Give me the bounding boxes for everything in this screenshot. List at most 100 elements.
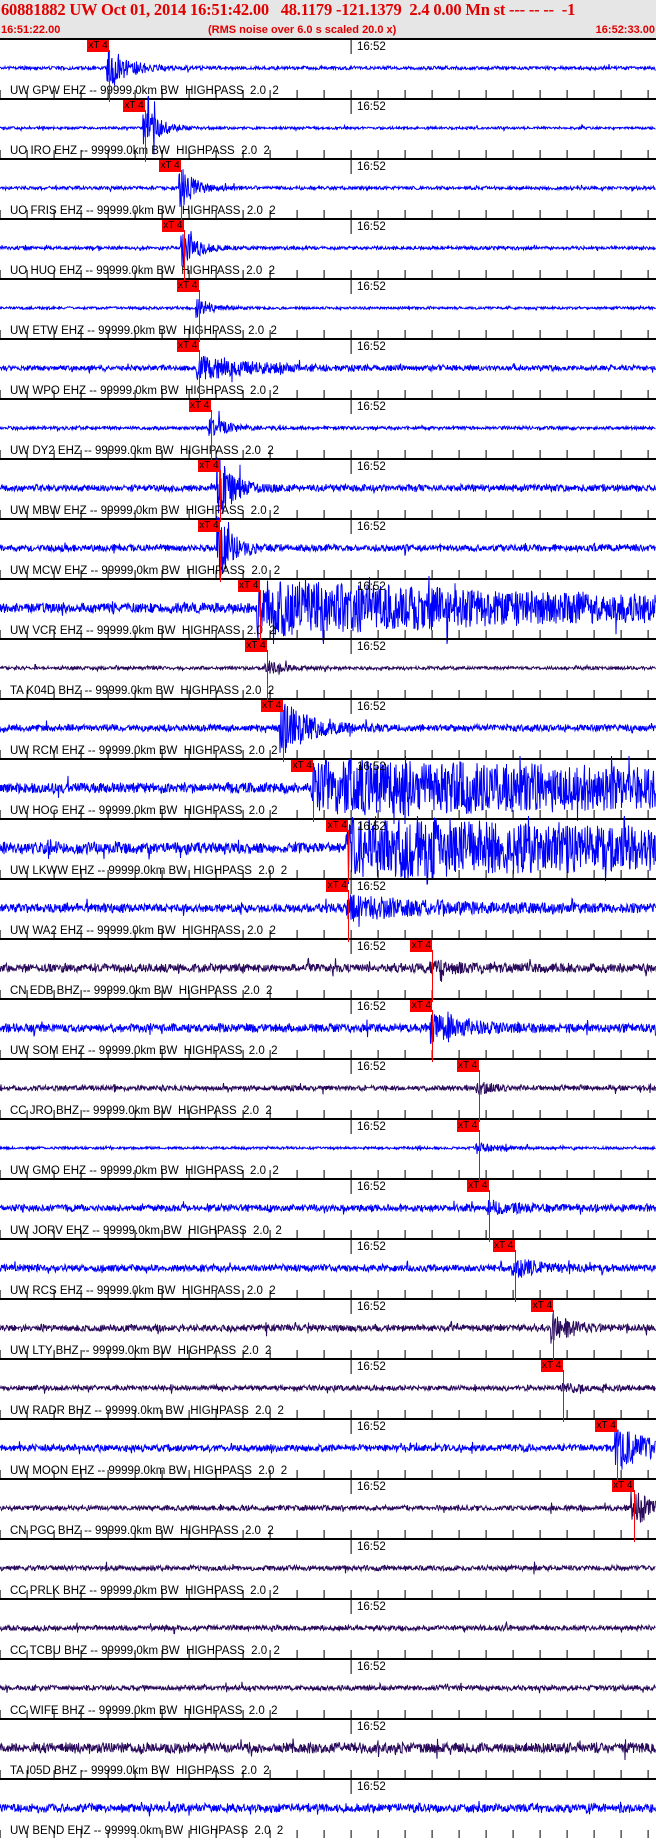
pick-tag[interactable]: xT 4 [456,1120,479,1132]
trace-row: 16:52 UW MOON EHZ -- 99999.0km BW HIGHPAS… [0,1418,656,1482]
pick-tag[interactable]: xT 4 [176,280,199,292]
station-label: CC TCBU BHZ -- 99999.0km BW HIGHPASS 2.0… [10,1645,280,1657]
trace-row: 16:52 UW MCW EHZ -- 99999.0km BW HIGHPASS… [0,516,656,582]
pick-tag[interactable]: xT 4 [410,1000,433,1012]
minute-label: 16:52 [357,1421,386,1433]
pick-tag[interactable]: xT 4 [188,400,211,412]
station-label: TA I05D BHZ -- 99999.0km BW HIGHPASS 2.0… [10,1765,270,1777]
pick-line[interactable] [633,1490,635,1542]
end-time: 16:52:33.00 [595,24,655,36]
minute-label: 16:52 [357,941,386,953]
pick-tag[interactable]: xT 4 [123,100,146,112]
trace-row: 16:52 TA I05D BHZ -- 99999.0km BW HIGHPAS… [0,1718,656,1778]
pick-tag[interactable]: xT 4 [456,1060,479,1072]
pick-line[interactable] [181,170,183,222]
pick-tag[interactable]: xT 4 [237,580,260,592]
scaling-note: (RMS noise over 6.0 s scaled 20.0 x) [208,24,397,36]
pick-tag[interactable]: xT 4 [466,1180,489,1192]
pick-tag[interactable]: xT 4 [595,1420,618,1432]
pick-line[interactable] [267,650,269,702]
pick-line[interactable] [313,770,315,822]
pick-line[interactable] [553,1310,555,1362]
station-label: UO HUO EHZ -- 99999.0km BW HIGHPASS 2.0 … [10,265,275,277]
pick-tag[interactable]: xT 4 [87,40,110,52]
pick-tag[interactable]: xT 4 [161,220,184,232]
pick-line[interactable] [432,950,434,1002]
pick-line[interactable] [145,110,147,162]
minute-label: 16:52 [357,1781,386,1793]
pick-line[interactable] [488,1190,490,1242]
minute-label: 16:52 [357,281,386,293]
pick-tag[interactable]: xT 4 [410,940,433,952]
waveform [0,1082,656,1095]
pick-line[interactable] [348,890,350,942]
pick-line[interactable] [478,1130,480,1182]
trace-row: 16:52 UW RADR BHZ -- 99999.0km BW HIGHPAS… [0,1358,656,1422]
minute-label: 16:52 [357,161,386,173]
trace-row: 16:52 CN EDB BHZ -- 99999.0km BW HIGHPASS… [0,938,656,1002]
pick-tag[interactable]: xT 4 [531,1300,554,1312]
pick-line[interactable] [348,830,350,882]
pick-line[interactable] [282,710,284,762]
trace-row: 16:52 UW BEND EHZ -- 99999.0km BW HIGHPAS… [0,1778,656,1838]
pick-line[interactable] [617,1430,619,1482]
pick-tag[interactable]: xT 4 [492,1240,515,1252]
trace-row: 16:52 UW GMO EHZ -- 99999.0km BW HIGHPASS… [0,1118,656,1182]
trace-row: 16:52 UW HOG EHZ -- 99999.0km BW HIGHPASS… [0,755,656,825]
trace-row: 16:52 UW GPW EHZ -- 99999.0km BW HIGHPASS… [0,38,656,102]
trace-row: 16:52 UO IRO EHZ -- 99999.0km BW HIGHPASS… [0,95,656,162]
pick-tag[interactable]: xT 4 [611,1480,634,1492]
pick-line[interactable] [514,1250,516,1302]
pick-tag[interactable]: xT 4 [260,700,283,712]
station-label: CC JRO BHZ -- 99999.0km BW HIGHPASS 2.0 … [10,1105,272,1117]
station-label: CN PGC BHZ -- 99999.0km BW HIGHPASS 2.0 … [10,1525,274,1537]
waveform [0,1426,656,1470]
trace-row: 16:52 UW JORV EHZ -- 99999.0km BW HIGHPAS… [0,1178,656,1242]
pick-line[interactable] [562,1370,564,1422]
pick-tag[interactable]: xT 4 [159,160,182,172]
trace-row: 16:52 UW RCM EHZ -- 99999.0km BW HIGHPASS… [0,698,656,762]
station-label: UW RADR BHZ -- 99999.0km BW HIGHPASS 2.0… [10,1405,284,1417]
waveform [0,1681,656,1694]
minute-label: 16:52 [357,881,386,893]
waveform [0,1142,656,1154]
pick-line[interactable] [259,590,261,642]
station-label: UW VCR EHZ -- 99999.0km BW HIGHPASS 2.0 … [10,625,276,637]
pick-tag[interactable]: xT 4 [197,520,220,532]
trace-row: 16:52 UW MBW EHZ -- 99999.0km BW HIGHPASS… [0,457,656,522]
station-label: UW JORV EHZ -- 99999.0km BW HIGHPASS 2.0… [10,1225,282,1237]
event-title: 60881882 UW Oct 01, 2014 16:51:42.00 48.… [1,0,576,19]
station-label: UW MCW EHZ -- 99999.0km BW HIGHPASS 2.0 … [10,565,281,577]
station-label: CN EDB BHZ -- 99999.0km BW HIGHPASS 2.0 … [10,985,273,997]
station-label: UW BEND EHZ -- 99999.0km BW HIGHPASS 2.0… [10,1825,284,1837]
minute-label: 16:52 [357,461,386,473]
minute-label: 16:52 [357,581,386,593]
station-label: UW MBW EHZ -- 99999.0km BW HIGHPASS 2.0 … [10,505,280,517]
pick-line[interactable] [478,1070,480,1122]
pick-tag[interactable]: xT 4 [291,760,314,772]
station-label: UW RCS EHZ -- 99999.0km BW HIGHPASS 2.0 … [10,1285,276,1297]
trace-row: 16:52 UW DY2 EHZ -- 99999.0km BW HIGHPASS… [0,398,656,462]
pick-line[interactable] [219,470,221,522]
minute-label: 16:52 [357,1481,386,1493]
waveform [0,298,656,318]
trace-row: 16:52 UW WPO EHZ -- 99999.0km BW HIGHPASS… [0,338,656,402]
pick-tag[interactable]: xT 4 [245,640,268,652]
pick-line[interactable] [219,530,221,582]
station-label: UW GMO EHZ -- 99999.0km BW HIGHPASS 2.0 … [10,1165,279,1177]
minute-label: 16:52 [357,1241,386,1253]
pick-tag[interactable]: xT 4 [197,460,220,472]
pick-line[interactable] [210,410,212,462]
pick-line[interactable] [198,350,200,402]
pick-line[interactable] [109,50,111,102]
pick-tag[interactable]: xT 4 [540,1360,563,1372]
station-label: UW LTY BHZ -- 99999.0km BW HIGHPASS 2.0 … [10,1345,272,1357]
pick-tag[interactable]: xT 4 [326,880,349,892]
trace-row: 16:52 UW WA2 EHZ -- 99999.0km BW HIGHPASS… [0,878,656,942]
pick-tag[interactable]: xT 4 [326,820,349,832]
pick-line[interactable] [198,290,200,342]
pick-line[interactable] [183,230,185,282]
pick-tag[interactable]: xT 4 [176,340,199,352]
pick-line[interactable] [432,1010,434,1062]
waveform [0,1490,656,1523]
